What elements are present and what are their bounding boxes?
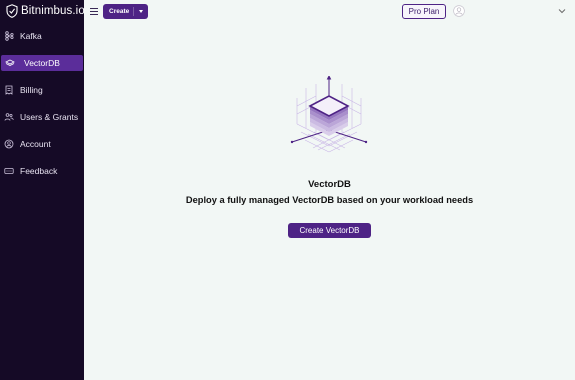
billing-icon — [5, 85, 13, 95]
create-vectordb-label: Create VectorDB — [299, 226, 360, 235]
sidebar-item-label: VectorDB — [24, 58, 60, 68]
top-bar: Create Pro Plan — [84, 0, 575, 24]
button-divider — [133, 7, 134, 16]
shield-logo-icon — [6, 4, 18, 18]
brand-logo[interactable]: Bitnimbus.io — [6, 4, 85, 18]
sidebar-item-feedback[interactable]: Feedback — [0, 163, 84, 179]
sidebar-item-label: Feedback — [20, 166, 58, 176]
create-vectordb-button[interactable]: Create VectorDB — [288, 223, 371, 238]
sidebar-item-label: Kafka — [20, 31, 42, 41]
chevron-down-icon[interactable] — [558, 8, 566, 14]
kafka-icon — [5, 31, 14, 41]
create-button-label: Create — [109, 8, 130, 15]
sidebar-item-vectordb[interactable]: VectorDB — [1, 55, 83, 71]
plan-badge[interactable]: Pro Plan — [402, 4, 446, 19]
sidebar-item-account[interactable]: Account — [0, 136, 84, 152]
sidebar-item-users-grants[interactable]: Users & Grants — [0, 109, 84, 125]
brand-name: Bitnimbus.io — [21, 5, 85, 17]
account-icon — [4, 139, 14, 149]
sidebar-item-label: Billing — [20, 85, 43, 95]
create-dropdown-button[interactable]: Create — [103, 4, 148, 19]
sidebar-item-label: Users & Grants — [20, 112, 79, 122]
vectordb-stack-illustration — [290, 76, 368, 153]
caret-down-icon[interactable] — [139, 10, 143, 13]
empty-state-title: VectorDB — [308, 179, 351, 190]
plan-label: Pro Plan — [408, 7, 440, 16]
sidebar: Bitnimbus.io Kafka VectorDB Billing User… — [0, 0, 85, 380]
empty-state-subtitle: Deploy a fully managed VectorDB based on… — [185, 195, 474, 205]
hamburger-icon[interactable] — [90, 8, 98, 15]
feedback-icon — [4, 168, 14, 174]
user-avatar-icon[interactable] — [453, 5, 465, 17]
sidebar-item-label: Account — [20, 139, 51, 149]
users-icon — [4, 113, 14, 121]
sidebar-item-kafka[interactable]: Kafka — [0, 28, 84, 44]
sidebar-item-billing[interactable]: Billing — [0, 82, 84, 98]
main-content: VectorDB Deploy a fully managed VectorDB… — [84, 24, 575, 380]
vectordb-icon — [5, 59, 15, 66]
